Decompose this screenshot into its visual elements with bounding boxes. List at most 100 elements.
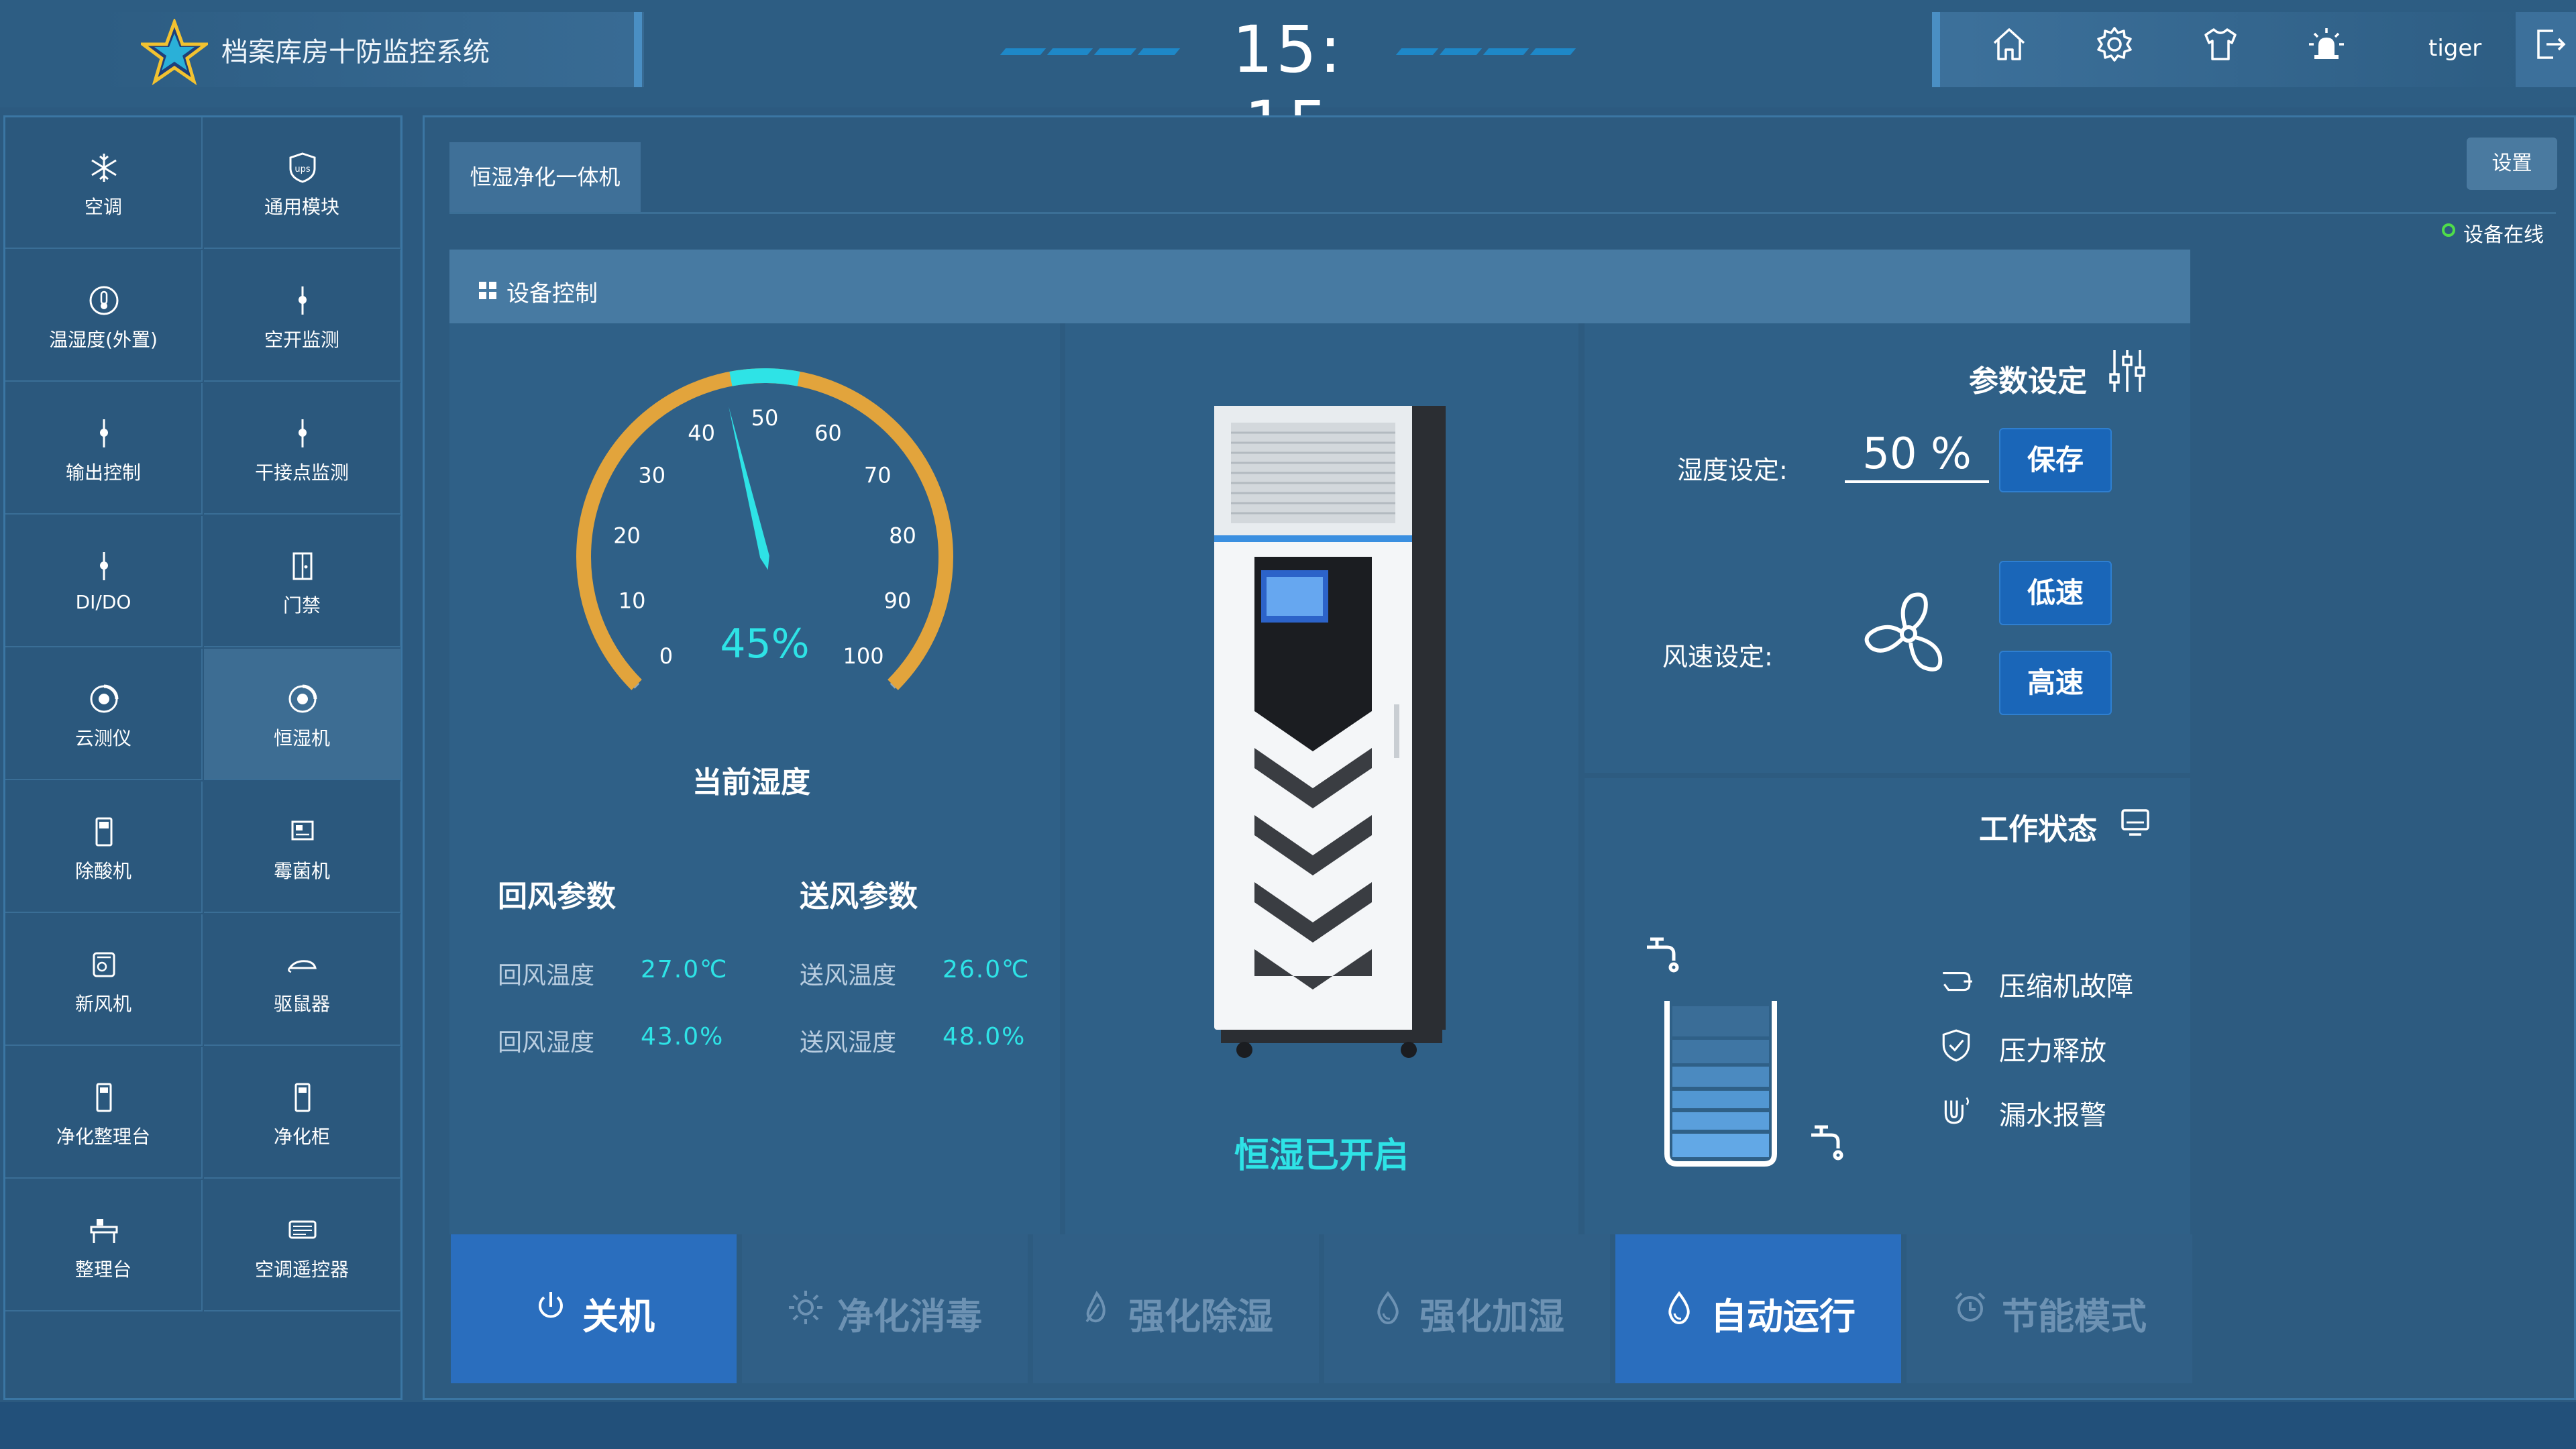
sidebar-item-label: 霉菌机	[273, 860, 330, 882]
mode-button-2[interactable]: 强化除湿	[1033, 1234, 1319, 1383]
sidebar-item-12[interactable]: 新风机	[5, 914, 203, 1046]
gauge-tick-label: 30	[638, 463, 665, 488]
outlet-faucet-icon	[1811, 1125, 1843, 1161]
sidebar-item-16[interactable]: 整理台	[5, 1180, 203, 1311]
thermometer-circle-icon	[89, 286, 119, 315]
purifier-icon	[96, 1083, 112, 1112]
sidebar-item-label: 除酸机	[74, 860, 131, 882]
sidebar-item-label: 输出控制	[65, 462, 141, 484]
control-title: 设备控制	[506, 280, 598, 307]
sidebar-item-15[interactable]: 净化柜	[204, 1047, 401, 1179]
alarm-light-icon[interactable]	[2306, 24, 2347, 64]
ups-shield-icon: ups	[289, 152, 316, 183]
online-status-text: 设备在线	[2463, 223, 2544, 247]
sidebar-item-label: 空调遥控器	[254, 1258, 349, 1281]
supply-air-title: 送风参数	[800, 879, 918, 914]
online-status-dot	[2442, 223, 2455, 237]
pin-icon	[100, 552, 108, 580]
gauge-tick-label: 60	[814, 421, 842, 446]
humidity-setting-input[interactable]: 50 %	[1845, 429, 1989, 479]
sun-icon	[789, 1291, 822, 1324]
gauge-tick-label: 10	[619, 588, 646, 613]
sidebar-item-7[interactable]: 门禁	[204, 516, 401, 647]
sidebar-item-0[interactable]: 空调	[5, 117, 203, 249]
sidebar-item-17[interactable]: 空调遥控器	[204, 1180, 401, 1311]
return-air-title: 回风参数	[498, 879, 616, 914]
gauge-tick-label: 80	[889, 523, 916, 548]
supply-humidity-label: 送风湿度	[800, 1029, 897, 1057]
drop-icon	[1668, 1291, 1690, 1325]
humidifier-device-image	[1214, 406, 1446, 1058]
gauge-tick-label: 100	[843, 643, 884, 669]
settings-button[interactable]: 设置	[2467, 138, 2557, 190]
mode-button-3[interactable]: 强化加湿	[1324, 1234, 1610, 1383]
sidebar-item-4[interactable]: 输出控制	[5, 383, 203, 515]
mode-button-5[interactable]: 节能模式	[1907, 1234, 2192, 1383]
mode-label: 强化除湿	[1128, 1295, 1273, 1338]
mode-button-1[interactable]: 净化消毒	[742, 1234, 1028, 1383]
remote-icon	[288, 1220, 317, 1239]
supply-humidity-value: 48.0%	[943, 1023, 1026, 1051]
gear-icon[interactable]	[2094, 24, 2135, 64]
return-temp-label: 回风温度	[498, 962, 595, 989]
monitor-icon	[2121, 809, 2149, 836]
home-icon[interactable]	[1989, 24, 2029, 64]
sidebar-item-11[interactable]: 霉菌机	[204, 782, 401, 913]
fan-icon	[1864, 592, 1943, 672]
sidebar-item-13[interactable]: 驱鼠器	[204, 914, 401, 1046]
water-tank-diagram	[1647, 937, 1843, 1167]
fan-speed-label: 风速设定:	[1662, 642, 1773, 672]
sidebar-item-3[interactable]: 空开监测	[204, 250, 401, 382]
title-panel-accent	[634, 12, 642, 87]
sidebar-item-1[interactable]: ups 通用模块	[204, 117, 401, 249]
leak-icon	[1944, 1097, 1969, 1124]
compressor-icon	[1943, 972, 1972, 991]
tab-device[interactable]: 恒湿净化一体机	[449, 142, 641, 213]
sidebar-item-label: 通用模块	[264, 196, 339, 218]
return-humidity-value: 43.0%	[641, 1023, 724, 1051]
sidebar-item-label: 云测仪	[74, 727, 131, 749]
purifier-icon	[294, 1083, 311, 1112]
gauge-title: 当前湿度	[692, 765, 810, 800]
humidity-setting-label: 湿度设定:	[1677, 455, 1788, 485]
star-logo-icon	[141, 19, 208, 86]
low-speed-button[interactable]: 低速	[1999, 561, 2112, 625]
radar-circle-icon	[90, 684, 119, 713]
mode-label: 关机	[582, 1295, 655, 1338]
gauge-value: 45%	[720, 621, 810, 667]
sidebar-item-label: 驱鼠器	[273, 993, 330, 1015]
pin-icon	[299, 286, 307, 315]
inlet-faucet-icon	[1647, 937, 1679, 973]
sidebar-item-9[interactable]: 恒湿机	[204, 649, 401, 780]
sidebar-item-label: 新风机	[74, 993, 131, 1015]
drop-icon	[1377, 1291, 1399, 1325]
shirt-icon[interactable]	[2200, 24, 2241, 64]
exit-icon[interactable]	[2530, 24, 2571, 64]
mode-button-0[interactable]: 关机	[451, 1234, 737, 1383]
gauge-highlight-arc	[729, 368, 800, 386]
sidebar-item-2[interactable]: 温湿度(外置)	[5, 250, 203, 382]
alarm-clock-icon	[1955, 1292, 1986, 1322]
sidebar-item-10[interactable]: 除酸机	[5, 782, 203, 913]
sidebar-item-5[interactable]: 干接点监测	[204, 383, 401, 515]
sidebar-item-14[interactable]: 净化整理台	[5, 1047, 203, 1179]
sidebar-item-label: 恒湿机	[273, 727, 330, 749]
app-title: 档案库房十防监控系统	[221, 37, 490, 68]
header-bar: 档案库房十防监控系统 15: 15 tiger	[0, 0, 2576, 162]
sidebar-item-6[interactable]: DI/DO	[5, 516, 203, 647]
params-title: 参数设定	[1969, 364, 2087, 398]
save-button[interactable]: 保存	[1999, 428, 2112, 492]
snowflake-icon	[91, 154, 117, 182]
gauge-tick-label: 90	[883, 588, 911, 613]
high-speed-button[interactable]: 高速	[1999, 651, 2112, 715]
shield-check-icon	[1942, 1029, 1970, 1062]
supply-temp-value: 26.0℃	[943, 956, 1030, 983]
sidebar-item-8[interactable]: 云测仪	[5, 649, 203, 780]
workbench-icon	[90, 1219, 118, 1243]
cabinet-icon	[95, 817, 113, 847]
gauge-tick-label: 20	[613, 523, 641, 548]
leaf-drop-icon	[1085, 1291, 1106, 1323]
mode-button-4[interactable]: 自动运行	[1615, 1234, 1901, 1383]
sidebar-item-label: 整理台	[74, 1258, 131, 1281]
username[interactable]: tiger	[2428, 35, 2481, 62]
